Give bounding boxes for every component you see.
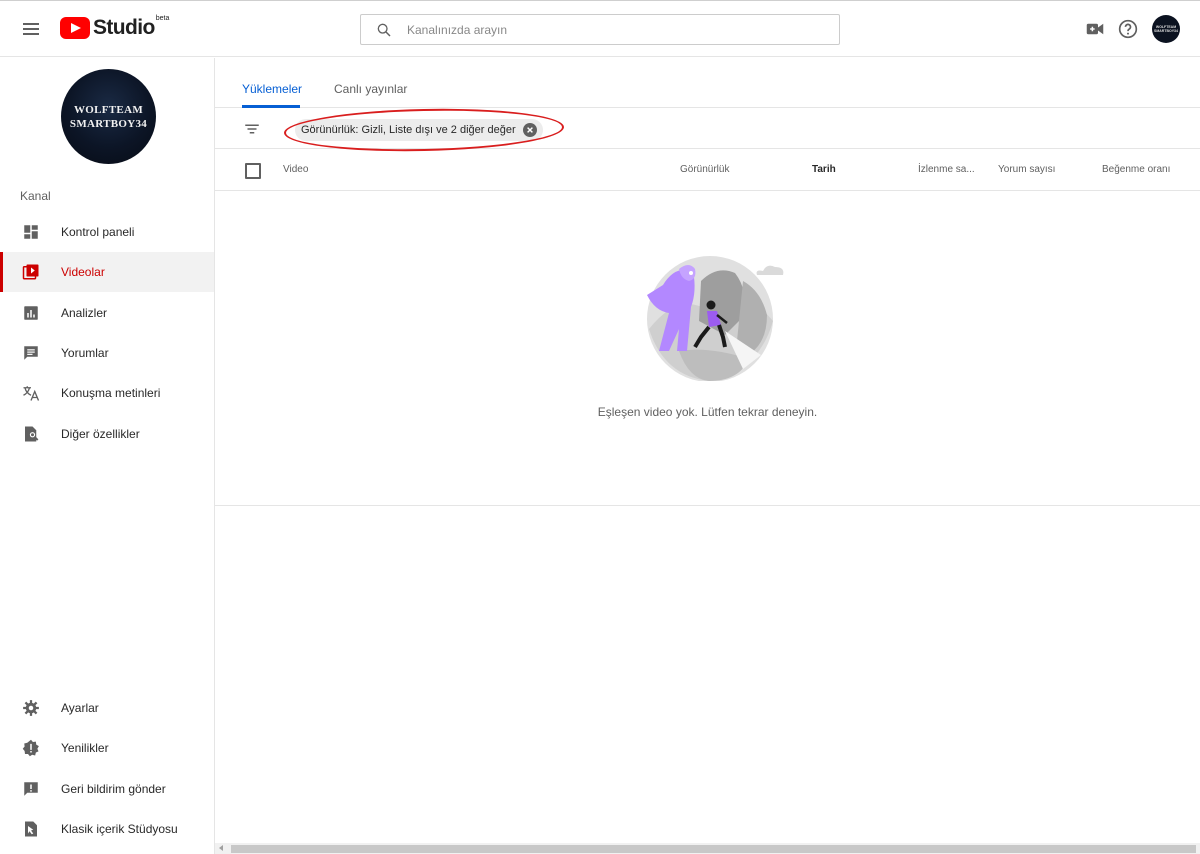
hamburger-menu-icon[interactable] [18,16,44,42]
logo-beta-badge: beta [155,15,170,22]
column-date[interactable]: Tarih [812,164,836,175]
main-content: Yüklemeler Canlı yayınlar Görünürlük: Gi… [215,58,1200,854]
analytics-icon [21,303,41,323]
sidebar-item-label: Videolar [61,265,105,279]
whats-new-icon [21,738,41,758]
content-tabs: Yüklemeler Canlı yayınlar [215,58,1200,108]
sidebar-item-label: Klasik içerik Stüdyosu [61,822,178,836]
select-all-checkbox[interactable] [245,163,261,179]
sidebar-item-comments[interactable]: Yorumlar [0,333,214,373]
empty-state: Eşleşen video yok. Lütfen tekrar deneyin… [215,191,1200,506]
sidebar-item-videos[interactable]: Videolar [0,252,214,292]
channel-avatar-line2: SMARTBOY34 [69,117,148,130]
create-video-icon[interactable] [1084,18,1106,40]
gear-icon [21,698,41,718]
search-box[interactable] [360,14,840,45]
youtube-play-icon [60,17,90,39]
sidebar: WOLFTEAM SMARTBOY34 Kanal Kontrol paneli… [0,58,215,854]
sidebar-item-feedback[interactable]: Geri bildirim gönder [0,769,214,809]
sidebar-item-label: Konuşma metinleri [61,386,161,400]
sidebar-item-other-features[interactable]: Diğer özellikler [0,414,214,454]
empty-state-message: Eşleşen video yok. Lütfen tekrar deneyin… [597,405,818,419]
other-features-icon [21,424,41,444]
sidebar-item-label: Diğer özellikler [61,427,140,441]
column-watch-time[interactable]: İzlenme sa... [918,164,975,175]
sidebar-item-label: Kontrol paneli [61,225,135,239]
sidebar-item-settings[interactable]: Ayarlar [0,688,214,728]
column-visibility[interactable]: Görünürlük [680,164,729,175]
horizontal-scrollbar[interactable] [215,843,1200,854]
channel-section-label: Kanal [20,189,51,203]
filter-icon[interactable] [243,120,263,140]
channel-avatar-line1: WOLFTEAM [73,103,143,116]
sidebar-item-label: Geri bildirim gönder [61,782,166,796]
videos-icon [21,262,41,282]
dashboard-icon [21,222,41,242]
studio-logo[interactable]: Studio beta [60,15,170,41]
tab-uploads[interactable]: Yüklemeler [242,82,302,96]
logo-text: Studio [93,16,155,39]
scrollbar-thumb[interactable] [231,845,1196,853]
red-annotation-ellipse [283,106,565,154]
channel-avatar[interactable]: WOLFTEAM SMARTBOY34 [61,69,156,164]
column-video[interactable]: Video [283,164,308,175]
scroll-left-arrow-icon[interactable] [219,845,223,851]
sidebar-item-analytics[interactable]: Analizler [0,293,214,333]
column-comments[interactable]: Yorum sayısı [998,164,1055,175]
top-header: Studio beta WOLFTEAM SMARTBOY34 [0,3,1200,57]
search-input[interactable] [407,22,787,37]
account-avatar[interactable]: WOLFTEAM SMARTBOY34 [1152,15,1180,43]
sidebar-item-whats-new[interactable]: Yenilikler [0,728,214,768]
sidebar-item-label: Analizler [61,306,108,320]
sidebar-item-label: Ayarlar [61,701,99,715]
table-header: Video Görünürlük Tarih İzlenme sa... Yor… [215,150,1200,191]
filter-bar: Görünürlük: Gizli, Liste dışı ve 2 diğer… [215,106,1200,154]
sidebar-item-dashboard[interactable]: Kontrol paneli [0,212,214,252]
translate-icon [21,383,41,403]
help-icon[interactable] [1117,18,1139,40]
empty-state-illustration [647,256,784,381]
sidebar-item-transcripts[interactable]: Konuşma metinleri [0,373,214,413]
active-tab-indicator [242,105,300,108]
comments-icon [21,343,41,363]
feedback-icon [21,779,41,799]
search-icon[interactable] [361,15,407,44]
column-like-ratio[interactable]: Beğenme oranı [1102,164,1170,175]
sidebar-item-label: Yenilikler [61,741,109,755]
classic-studio-icon [21,819,41,839]
tab-live[interactable]: Canlı yayınlar [334,82,407,96]
sidebar-item-label: Yorumlar [61,346,109,360]
sidebar-item-classic-studio[interactable]: Klasik içerik Stüdyosu [0,809,214,849]
